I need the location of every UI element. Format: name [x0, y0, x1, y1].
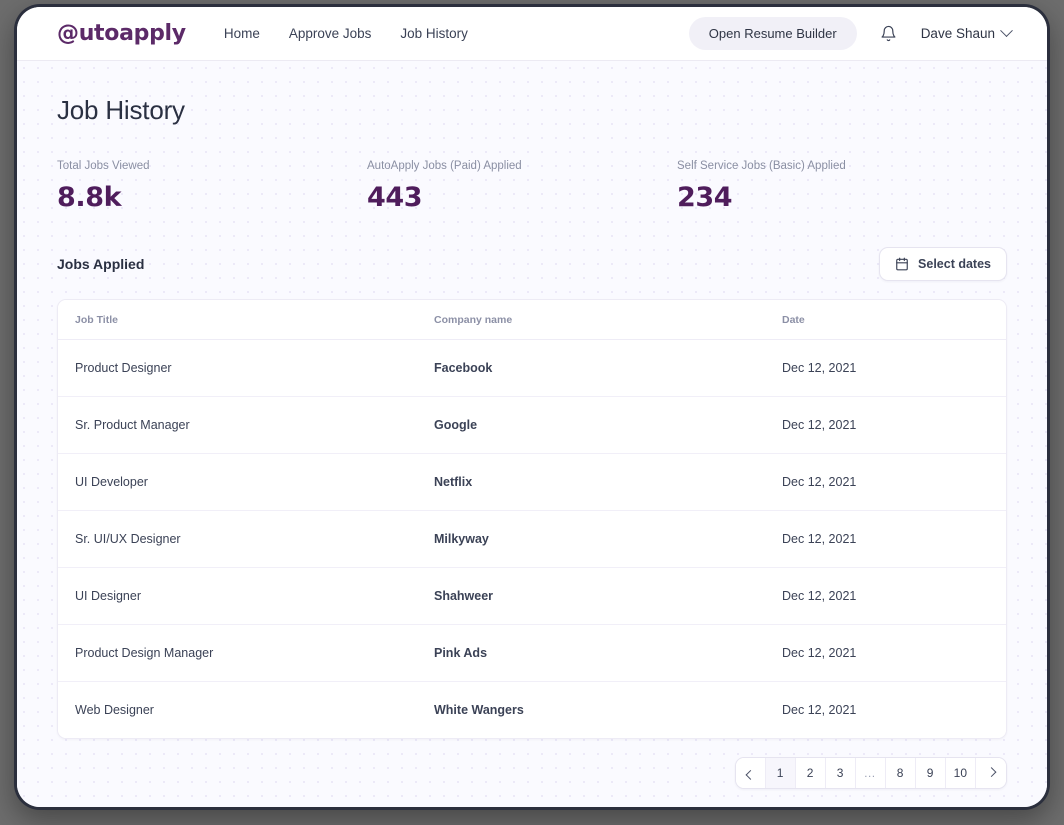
table-row[interactable]: Web Designer White Wangers Dec 12, 2021 — [58, 681, 1006, 738]
select-dates-button[interactable]: Select dates — [879, 247, 1007, 281]
user-menu[interactable]: Dave Shaun — [920, 24, 1013, 41]
page-content: Job History Total Jobs Viewed 8.8k AutoA… — [17, 61, 1047, 807]
pagination-page-2[interactable]: 2 — [795, 758, 826, 788]
cell-company-name: Pink Ads — [434, 624, 782, 682]
cell-job-title: Sr. Product Manager — [58, 396, 434, 454]
user-name-label: Dave Shaun — [920, 26, 995, 41]
table-head: Job Title Company name Date — [58, 300, 1006, 340]
table-row[interactable]: Sr. UI/UX Designer Milkyway Dec 12, 2021 — [58, 510, 1006, 568]
table-row[interactable]: Product Design Manager Pink Ads Dec 12, … — [58, 624, 1006, 682]
top-navigation-bar: @utoapply Home Approve Jobs Job History … — [17, 7, 1047, 61]
cell-date: Dec 12, 2021 — [782, 339, 1006, 397]
bell-icon[interactable] — [879, 24, 899, 44]
pagination-page-3[interactable]: 3 — [825, 758, 856, 788]
cell-job-title: UI Designer — [58, 567, 434, 625]
select-dates-label: Select dates — [918, 257, 991, 271]
cell-job-title: UI Developer — [58, 453, 434, 511]
stat-value: 234 — [677, 182, 733, 213]
open-resume-builder-button[interactable]: Open Resume Builder — [688, 17, 857, 50]
chevron-left-icon — [745, 769, 756, 780]
stat-self-service-jobs-basic: Self Service Jobs (Basic) Applied 234 — [677, 160, 987, 213]
cell-job-title: Web Designer — [58, 681, 434, 738]
table-row[interactable]: Product Designer Facebook Dec 12, 2021 — [58, 339, 1006, 397]
cell-company-name: Google — [434, 396, 782, 454]
cell-company-name: Milkyway — [434, 510, 782, 568]
cell-date: Dec 12, 2021 — [782, 396, 1006, 454]
cell-company-name: Netflix — [434, 453, 782, 511]
cell-job-title: Product Designer — [58, 339, 434, 397]
cell-company-name: Shahweer — [434, 567, 782, 625]
section-title: Jobs Applied — [57, 256, 145, 272]
pagination-page-8[interactable]: 8 — [885, 758, 916, 788]
nav-link-approve-jobs[interactable]: Approve Jobs — [289, 26, 372, 41]
nav-right-cluster: Open Resume Builder Dave Shaun — [688, 17, 1013, 50]
stat-total-jobs-viewed: Total Jobs Viewed 8.8k — [57, 160, 367, 213]
stat-label: AutoApply Jobs (Paid) Applied — [367, 160, 522, 172]
stat-label: Self Service Jobs (Basic) Applied — [677, 160, 846, 172]
pagination-ellipsis: … — [855, 758, 886, 788]
jobs-applied-table-card: Job Title Company name Date Product Desi… — [57, 299, 1007, 739]
table-row[interactable]: Sr. Product Manager Google Dec 12, 2021 — [58, 396, 1006, 454]
stat-autoapply-jobs-paid: AutoApply Jobs (Paid) Applied 443 — [367, 160, 677, 213]
stat-label: Total Jobs Viewed — [57, 160, 150, 172]
pagination-page-1[interactable]: 1 — [765, 758, 796, 788]
cell-company-name: Facebook — [434, 339, 782, 397]
jobs-applied-table: Job Title Company name Date Product Desi… — [58, 300, 1006, 738]
cell-date: Dec 12, 2021 — [782, 453, 1006, 511]
cell-date: Dec 12, 2021 — [782, 681, 1006, 738]
calendar-icon — [895, 257, 909, 271]
cell-company-name: White Wangers — [434, 681, 782, 738]
nav-link-home[interactable]: Home — [224, 26, 260, 41]
app-logo[interactable]: @utoapply — [57, 21, 186, 46]
pagination-row: 1 2 3 … 8 9 10 — [57, 739, 1007, 789]
column-header-job-title: Job Title — [58, 300, 434, 340]
cell-job-title: Product Design Manager — [58, 624, 434, 682]
pagination: 1 2 3 … 8 9 10 — [734, 757, 1007, 789]
stat-value: 8.8k — [57, 182, 122, 213]
page-title: Job History — [57, 95, 185, 125]
chevron-right-icon — [986, 766, 996, 777]
column-header-company-name: Company name — [434, 300, 782, 340]
desktop-background: @utoapply Home Approve Jobs Job History … — [0, 0, 1064, 825]
column-header-date: Date — [782, 300, 1006, 340]
stat-value: 443 — [367, 182, 423, 213]
table-body: Product Designer Facebook Dec 12, 2021 S… — [58, 339, 1006, 738]
table-header-row: Job Title Company name Date — [58, 300, 1006, 340]
pagination-page-10[interactable]: 10 — [945, 758, 976, 788]
chevron-down-icon — [1000, 24, 1013, 38]
cell-date: Dec 12, 2021 — [782, 624, 1006, 682]
table-row[interactable]: UI Developer Netflix Dec 12, 2021 — [58, 453, 1006, 511]
table-row[interactable]: UI Designer Shahweer Dec 12, 2021 — [58, 567, 1006, 625]
nav-link-job-history[interactable]: Job History — [400, 26, 468, 41]
cell-date: Dec 12, 2021 — [782, 567, 1006, 625]
pagination-prev-button[interactable] — [735, 758, 766, 788]
app-window: @utoapply Home Approve Jobs Job History … — [17, 7, 1047, 807]
cell-job-title: Sr. UI/UX Designer — [58, 510, 434, 568]
stats-row: Total Jobs Viewed 8.8k AutoApply Jobs (P… — [57, 160, 1007, 213]
browser-window: @utoapply Home Approve Jobs Job History … — [14, 4, 1050, 810]
cell-date: Dec 12, 2021 — [782, 510, 1006, 568]
jobs-applied-section-header: Jobs Applied Select dates — [57, 247, 1007, 281]
main-nav-links: Home Approve Jobs Job History — [224, 26, 468, 41]
pagination-page-9[interactable]: 9 — [915, 758, 946, 788]
pagination-next-button[interactable] — [976, 758, 1006, 788]
